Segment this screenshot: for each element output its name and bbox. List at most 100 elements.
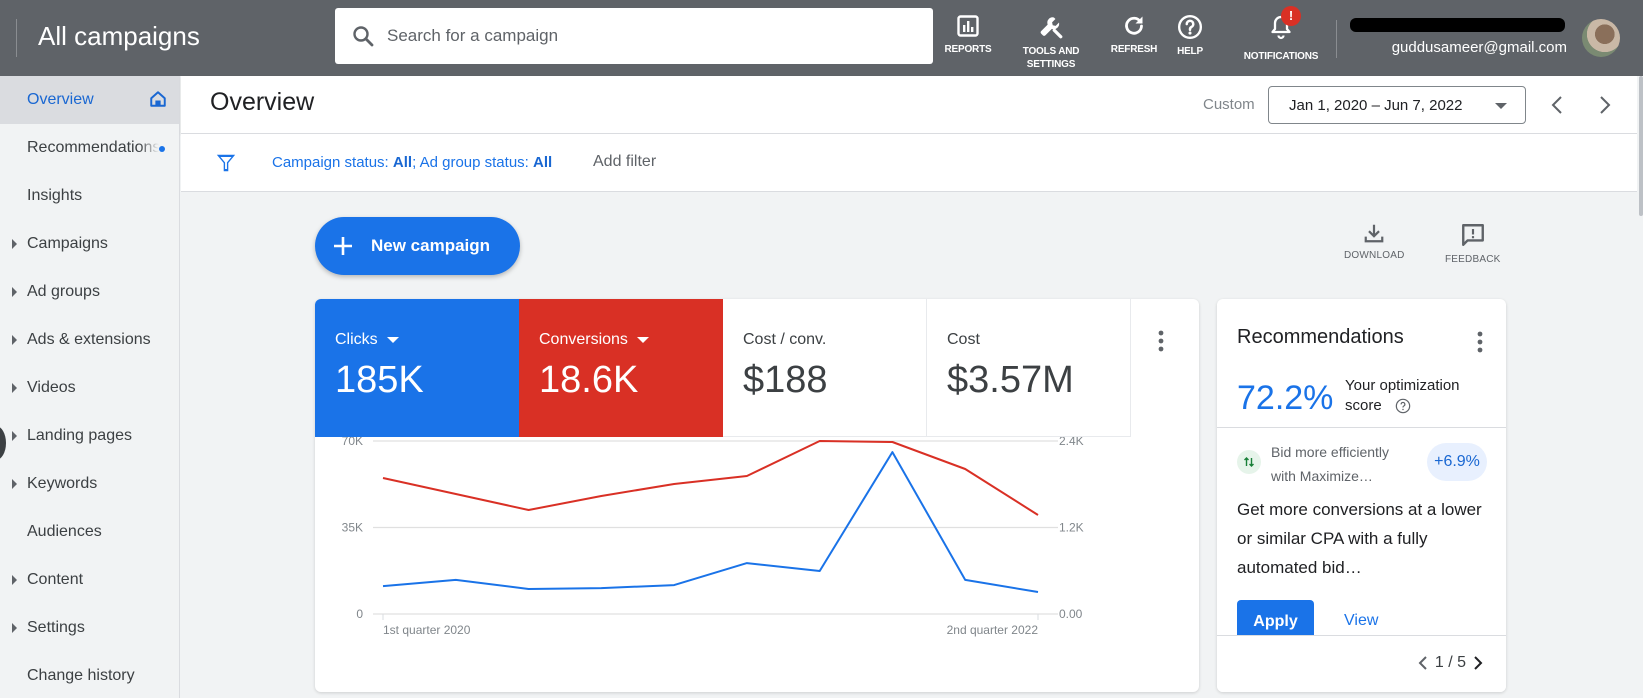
data-point-clicks[interactable] [959,574,971,586]
expand-caret-icon[interactable] [12,575,17,585]
add-filter-button[interactable]: Add filter [593,153,656,171]
refresh-label: REFRESH [1110,44,1158,55]
page-header: Overview Custom Jan 1, 2020 – Jun 7, 202… [181,76,1643,134]
data-point-clicks[interactable] [450,574,462,586]
data-point-conversions[interactable] [741,470,753,482]
help-button[interactable]: HELP [1160,14,1220,58]
divider [1217,427,1506,428]
performance-chart: 0 0.00 35K 1.2K 70K 2.4K 1st quarter 2020 2nd q… [342,437,1084,637]
recommendations-footer: 1 / 5 [1217,635,1506,692]
y-right-tick-label: 0.00 [1059,607,1083,621]
bidding-icon [1237,450,1261,474]
notifications-button[interactable]: ! NOTIFICATIONS [1236,6,1326,63]
page-title: Overview [210,88,315,116]
data-point-conversions[interactable] [959,463,971,475]
sidebar-item-ad-groups[interactable]: Ad groups [0,268,179,316]
new-indicator-dot [159,146,165,152]
sidebar-item-label: Settings [27,619,85,636]
sidebar-item-ads-extensions[interactable]: Ads & extensions [0,316,179,364]
feedback-button[interactable]: FEEDBACK [1445,222,1501,265]
metric-cost-per-conversion[interactable]: Cost / conv. $188 [723,299,927,437]
sidebar-item-insights[interactable]: Insights [0,172,179,220]
sidebar-item-recommendations[interactable]: Recommendations [0,124,179,172]
data-point-clicks[interactable] [1032,586,1044,598]
download-icon [1364,224,1384,243]
expand-caret-icon[interactable] [12,623,17,633]
data-point-conversions[interactable] [450,488,462,500]
reports-button[interactable]: REPORTS [923,14,1013,56]
data-point-clicks[interactable] [523,583,535,595]
help-circle-icon[interactable] [1395,398,1411,414]
data-point-conversions[interactable] [668,478,680,490]
sidebar: Overview Recommendations Insights Campai… [0,76,180,698]
data-point-conversions[interactable] [595,490,607,502]
data-point-clicks[interactable] [377,580,389,592]
view-button[interactable]: View [1344,612,1378,630]
sidebar-item-content[interactable]: Content [0,556,179,604]
sidebar-item-label: Overview [27,91,94,108]
sidebar-item-videos[interactable]: Videos [0,364,179,412]
new-campaign-button[interactable]: New campaign [315,217,520,275]
previous-period-button[interactable] [1542,90,1572,120]
search-input[interactable] [387,26,907,46]
sidebar-item-audiences[interactable]: Audiences [0,508,179,556]
filter-icon[interactable] [215,152,237,174]
data-point-conversions[interactable] [814,437,826,447]
scrollbar-thumb[interactable] [1639,76,1643,216]
data-point-clicks[interactable] [741,557,753,569]
metric-cost[interactable]: Cost $3.57M [927,299,1131,437]
date-range-picker[interactable]: Jan 1, 2020 – Jun 7, 2022 [1268,86,1526,124]
expand-caret-icon[interactable] [12,383,17,393]
data-point-clicks[interactable] [814,565,826,577]
sidebar-item-keywords[interactable]: Keywords [0,460,179,508]
chevron-right-icon [1600,96,1611,114]
download-button[interactable]: DOWNLOAD [1344,222,1405,261]
sidebar-item-overview[interactable]: Overview [0,76,179,124]
chevron-left-icon [1418,656,1427,670]
new-campaign-label: New campaign [371,236,491,255]
expand-caret-icon[interactable] [12,431,17,441]
pager: 1 / 5 [1417,654,1484,672]
data-point-conversions[interactable] [523,504,535,516]
search-box[interactable] [335,8,933,64]
expand-caret-icon[interactable] [12,479,17,489]
sidebar-item-label: Content [27,571,84,588]
previous-page-button[interactable] [1417,655,1429,671]
next-period-button[interactable] [1590,90,1620,120]
account-email[interactable]: guddusameer@gmail.com [1392,39,1567,56]
sidebar-item-label: Keywords [27,475,98,492]
next-page-button[interactable] [1472,655,1484,671]
more-options-icon[interactable] [1158,330,1164,352]
data-point-clicks[interactable] [886,446,898,458]
expand-caret-icon[interactable] [12,287,17,297]
expand-caret-icon[interactable] [12,239,17,249]
sidebar-item-settings[interactable]: Settings [0,604,179,652]
metric-clicks[interactable]: Clicks 185K [315,299,519,437]
sidebar-item-change-history[interactable]: Change history [0,652,179,698]
more-options-icon[interactable] [1477,331,1483,353]
data-point-clicks[interactable] [595,582,607,594]
recommendation-summary: Bid more efficiently with Maximize… [1271,444,1390,484]
sidebar-item-campaigns[interactable]: Campaigns [0,220,179,268]
tools-and-settings-button[interactable]: TOOLS AND SETTINGS [1006,14,1096,71]
feedback-icon [1461,224,1484,246]
divider [1336,20,1337,58]
dropdown-arrow-icon[interactable] [386,337,399,343]
metric-conversions[interactable]: Conversions 18.6K [519,299,723,437]
sidebar-item-landing-pages[interactable]: Landing pages [0,412,179,460]
dropdown-arrow-icon [1495,103,1507,109]
data-point-conversions[interactable] [1032,509,1044,521]
metric-label: Cost / conv. [743,331,827,348]
data-point-conversions[interactable] [377,472,389,484]
series-line-conversions[interactable] [382,440,1039,516]
chevron-right-icon [1474,656,1483,670]
x-tick-label: 1st quarter 2020 [383,623,471,637]
expand-caret-icon[interactable] [12,335,17,345]
account-name-redacted [1350,18,1565,32]
data-point-clicks[interactable] [668,579,680,591]
avatar[interactable] [1582,19,1620,57]
sidebar-item-label: Ad groups [27,283,100,300]
series-line-clicks[interactable] [382,451,1039,593]
active-filters[interactable]: Campaign status: All; Ad group status: A… [272,154,552,171]
dropdown-arrow-icon[interactable] [636,337,649,343]
